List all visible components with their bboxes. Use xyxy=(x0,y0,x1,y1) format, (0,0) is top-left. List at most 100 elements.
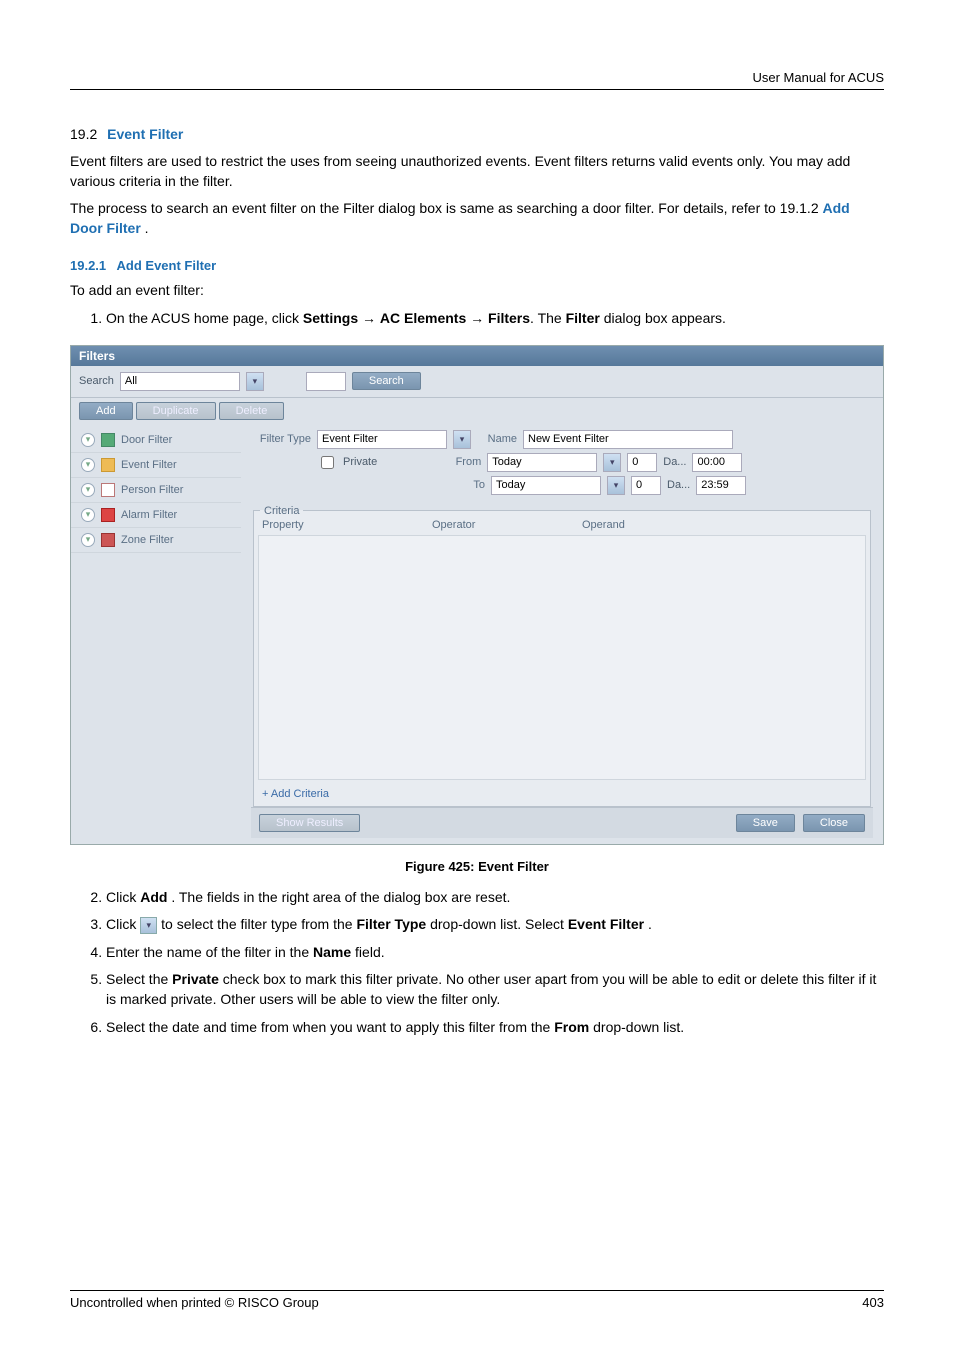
step-3: Click ▾ to select the filter type from t… xyxy=(106,915,884,935)
name-label: Name xyxy=(477,433,517,445)
search-dropdown-icon[interactable]: ▾ xyxy=(246,372,264,391)
from-input[interactable] xyxy=(487,453,597,472)
duplicate-button[interactable]: Duplicate xyxy=(136,402,216,420)
dropdown-icon-inline: ▾ xyxy=(140,917,157,934)
figure-caption: Figure 425: Event Filter xyxy=(70,859,884,874)
paragraph-2b: . xyxy=(145,220,149,236)
page-footer: Uncontrolled when printed © RISCO Group … xyxy=(70,1290,884,1310)
sidebar-item-zone[interactable]: ▾ Zone Filter xyxy=(71,528,241,553)
sidebar-item-alarm[interactable]: ▾ Alarm Filter xyxy=(71,503,241,528)
filters-dialog: Filters Search ▾ Search Add Duplicate De… xyxy=(70,345,884,845)
footer-left: Uncontrolled when printed © RISCO Group xyxy=(70,1295,319,1310)
add-button[interactable]: Add xyxy=(79,402,133,420)
step-5-pre: Select the xyxy=(106,971,172,987)
step-5: Select the Private check box to mark thi… xyxy=(106,970,884,1009)
criteria-operator-header: Operator xyxy=(432,519,582,531)
to-input[interactable] xyxy=(491,476,601,495)
paragraph-1: Event filters are used to restrict the u… xyxy=(70,152,884,191)
filtertype-input[interactable] xyxy=(317,430,447,449)
footer-page-number: 403 xyxy=(862,1295,884,1310)
alarm-icon xyxy=(101,508,115,522)
paragraph-2a: The process to search an event filter on… xyxy=(70,200,823,216)
sidebar-label-zone: Zone Filter xyxy=(121,534,174,546)
section-name: Event Filter xyxy=(107,126,183,142)
bold-from: From xyxy=(554,1019,589,1035)
bold-filter-type: Filter Type xyxy=(356,916,426,932)
step-6-post: drop-down list. xyxy=(593,1019,684,1035)
bold-name: Name xyxy=(313,944,351,960)
from-days-input[interactable] xyxy=(627,453,657,472)
bold-add: Add xyxy=(140,889,167,905)
arrow-1: → xyxy=(362,310,376,326)
bold-filters: Filters xyxy=(488,310,530,326)
step-1: On the ACUS home page, click Settings → … xyxy=(106,309,884,329)
to-dropdown-icon[interactable]: ▾ xyxy=(607,476,625,495)
from-days-label: Da... xyxy=(663,456,686,468)
subsection-number: 19.2.1 xyxy=(70,258,106,273)
step-2-post: . The fields in the right area of the di… xyxy=(171,889,510,905)
expand-icon[interactable]: ▾ xyxy=(81,483,95,497)
save-button[interactable]: Save xyxy=(736,814,795,832)
sidebar-item-person[interactable]: ▾ Person Filter xyxy=(71,478,241,503)
sidebar-label-door: Door Filter xyxy=(121,434,172,446)
close-button[interactable]: Close xyxy=(803,814,865,832)
delete-button[interactable]: Delete xyxy=(219,402,285,420)
event-icon xyxy=(101,458,115,472)
dialog-toolbar: Add Duplicate Delete xyxy=(71,398,883,424)
sidebar-item-door[interactable]: ▾ Door Filter xyxy=(71,428,241,453)
dialog-sidebar: ▾ Door Filter ▾ Event Filter ▾ Person Fi… xyxy=(71,424,241,844)
criteria-fieldset: Criteria Property Operator Operand + Add… xyxy=(253,505,871,807)
criteria-legend: Criteria xyxy=(260,505,303,517)
step-1-pre: On the ACUS home page, click xyxy=(106,310,303,326)
zone-icon xyxy=(101,533,115,547)
search-label: Search xyxy=(79,375,114,387)
step-2: Click Add . The fields in the right area… xyxy=(106,888,884,908)
from-dropdown-icon[interactable]: ▾ xyxy=(603,453,621,472)
search-page-input[interactable] xyxy=(306,372,346,391)
step-3-post: . xyxy=(648,916,652,932)
search-input[interactable] xyxy=(120,372,240,391)
subsection-title: 19.2.1 Add Event Filter xyxy=(70,258,884,273)
filtertype-label: Filter Type xyxy=(251,433,311,445)
criteria-property-header: Property xyxy=(262,519,432,531)
criteria-header: Property Operator Operand xyxy=(254,517,870,533)
dialog-search-row: Search ▾ Search xyxy=(71,366,883,398)
expand-icon[interactable]: ▾ xyxy=(81,433,95,447)
name-input[interactable] xyxy=(523,430,733,449)
add-criteria-link[interactable]: + Add Criteria xyxy=(254,782,870,806)
step-5-post: check box to mark this filter private. N… xyxy=(106,971,876,1007)
step-4-post: field. xyxy=(355,944,385,960)
criteria-operand-header: Operand xyxy=(582,519,625,531)
sidebar-label-event: Event Filter xyxy=(121,459,177,471)
to-time-input[interactable] xyxy=(696,476,746,495)
step-1-post: dialog box appears. xyxy=(604,310,726,326)
show-results-button[interactable]: Show Results xyxy=(259,814,360,832)
to-days-input[interactable] xyxy=(631,476,661,495)
private-checkbox[interactable] xyxy=(321,456,334,469)
step-6-pre: Select the date and time from when you w… xyxy=(106,1019,554,1035)
person-icon xyxy=(101,483,115,497)
to-label: To xyxy=(445,479,485,491)
step-4: Enter the name of the filter in the Name… xyxy=(106,943,884,963)
from-label: From xyxy=(441,456,481,468)
step-6: Select the date and time from when you w… xyxy=(106,1018,884,1038)
expand-icon[interactable]: ▾ xyxy=(81,508,95,522)
arrow-2: → xyxy=(470,310,484,326)
sidebar-item-event[interactable]: ▾ Event Filter xyxy=(71,453,241,478)
filtertype-dropdown-icon[interactable]: ▾ xyxy=(453,430,471,449)
dialog-main: Filter Type ▾ Name Private From ▾ Da... xyxy=(241,424,883,844)
expand-icon[interactable]: ▾ xyxy=(81,458,95,472)
step-3-pre: Click xyxy=(106,916,140,932)
step-3-mid2: drop-down list. Select xyxy=(430,916,568,932)
sidebar-label-alarm: Alarm Filter xyxy=(121,509,177,521)
search-button[interactable]: Search xyxy=(352,372,421,390)
from-time-input[interactable] xyxy=(692,453,742,472)
bold-event-filter: Event Filter xyxy=(568,916,644,932)
paragraph-2: The process to search an event filter on… xyxy=(70,199,884,238)
sidebar-label-person: Person Filter xyxy=(121,484,183,496)
subsection-name: Add Event Filter xyxy=(117,258,217,273)
door-icon xyxy=(101,433,115,447)
dialog-bottom-bar: Show Results Save Close xyxy=(251,807,873,838)
expand-icon[interactable]: ▾ xyxy=(81,533,95,547)
criteria-area xyxy=(258,535,866,780)
